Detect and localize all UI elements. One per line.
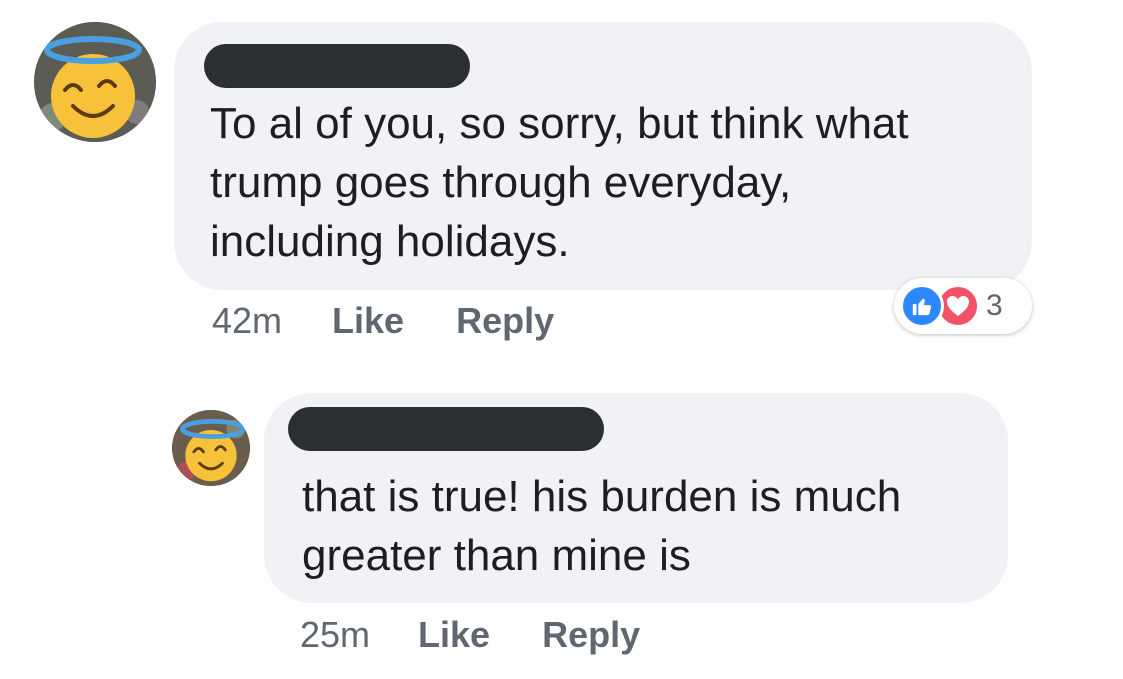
reply-avatar[interactable] [172, 410, 250, 486]
redacted-author-name[interactable] [204, 44, 470, 88]
comment-timestamp[interactable]: 42m [212, 300, 282, 342]
reply-bubble: that is true! his burden is much greater… [264, 393, 1008, 603]
reply-button[interactable]: Reply [456, 300, 554, 342]
smiling-halo-face-icon [173, 410, 249, 486]
reply-actions: 25m Like Reply [300, 614, 640, 656]
reply-button[interactable]: Reply [542, 614, 640, 656]
reaction-count: 3 [986, 289, 1003, 322]
like-button[interactable]: Like [332, 300, 404, 342]
comment-text: To al of you, so sorry, but think what t… [210, 99, 909, 266]
like-icon [900, 284, 944, 328]
redacted-author-name[interactable] [288, 407, 604, 451]
like-button[interactable]: Like [418, 614, 490, 656]
reaction-summary[interactable]: 3 [894, 278, 1032, 334]
comment-bubble: To al of you, so sorry, but think what t… [174, 22, 1032, 290]
reply-timestamp[interactable]: 25m [300, 614, 370, 656]
reply-text: that is true! his burden is much greater… [302, 472, 902, 580]
commenter-avatar[interactable] [34, 22, 156, 142]
comment-actions: 42m Like Reply [212, 300, 554, 342]
smiling-halo-face-icon [35, 22, 155, 142]
